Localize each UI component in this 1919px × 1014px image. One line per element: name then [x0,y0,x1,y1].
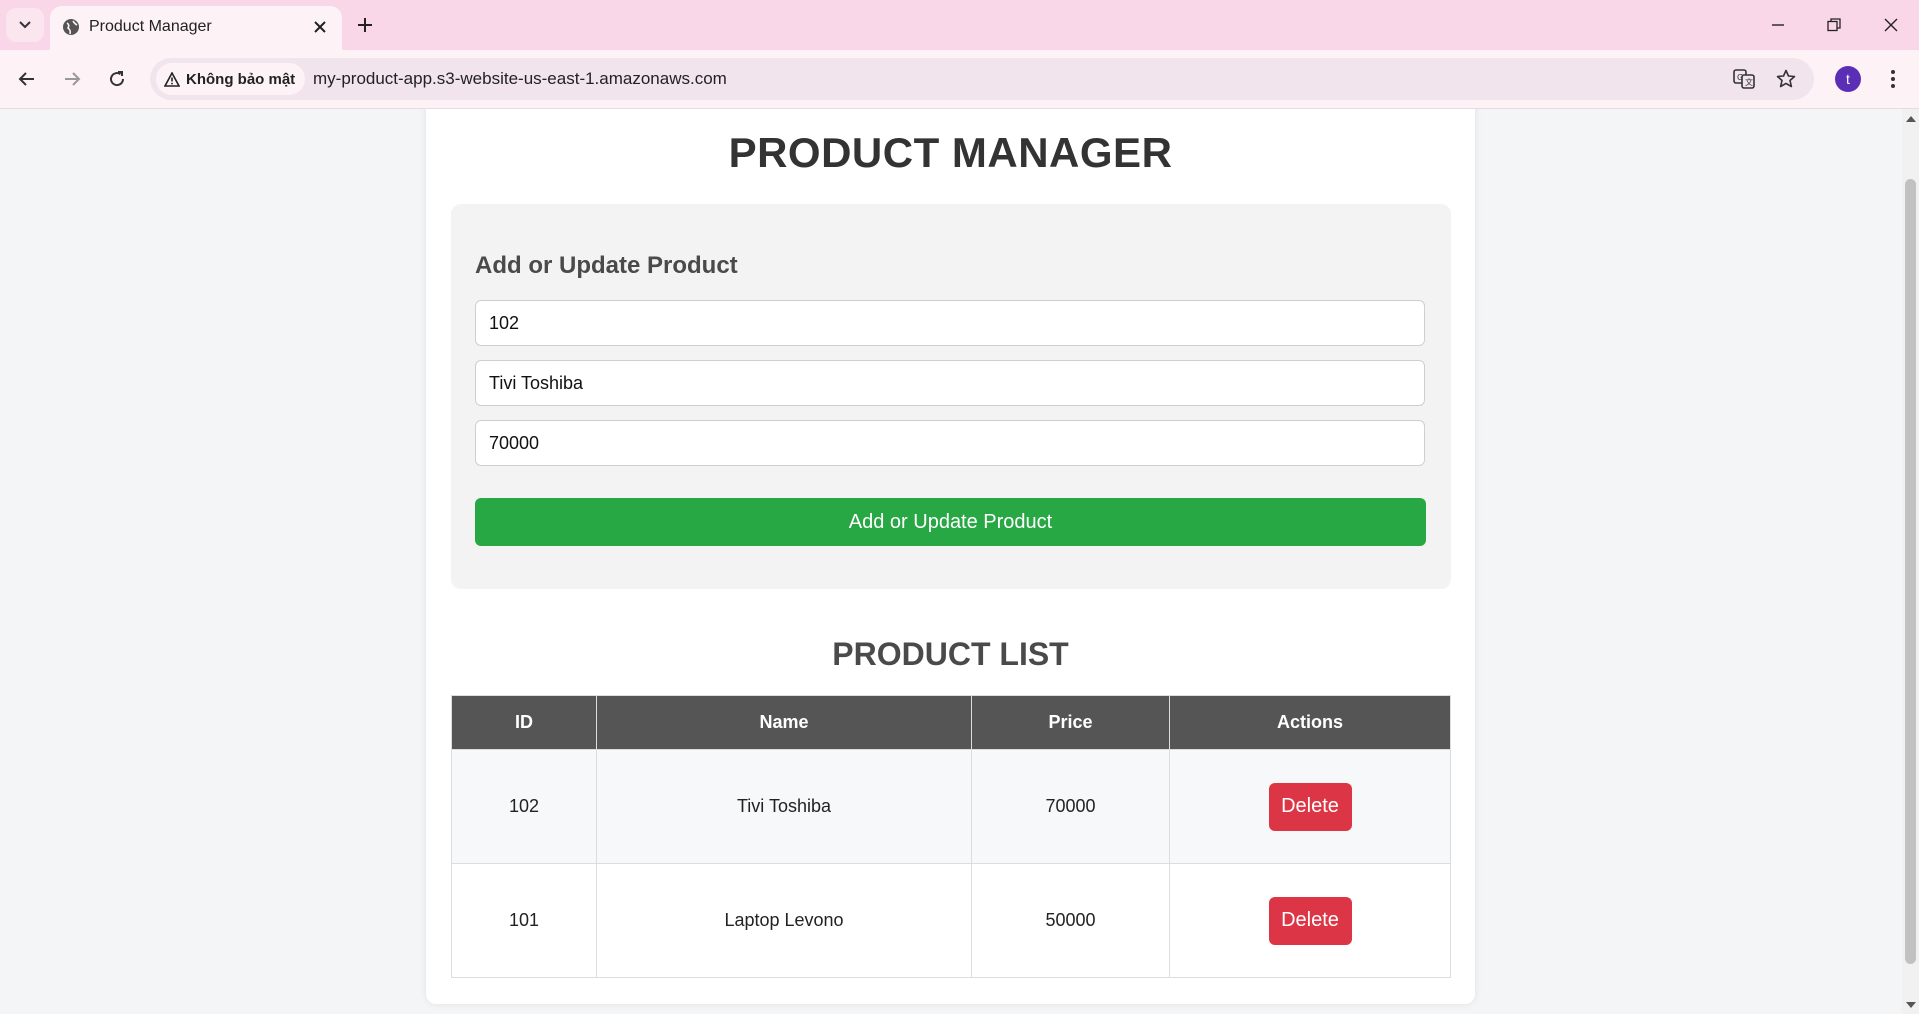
back-icon[interactable] [12,64,42,94]
cell-id: 101 [451,863,597,978]
close-tab-icon[interactable] [310,17,330,37]
chevron-down-icon [19,21,31,29]
scroll-up-arrow-icon[interactable] [1906,116,1916,122]
new-tab-icon[interactable] [352,12,378,38]
page-viewport: PRODUCT MANAGER Add or Update Product Ad… [0,109,1902,1014]
column-header-name: Name [596,695,972,750]
url-text[interactable]: my-product-app.s3-website-us-east-1.amaz… [313,69,727,89]
bookmark-star-icon[interactable] [1774,67,1798,91]
scroll-down-arrow-icon[interactable] [1906,1002,1916,1008]
forward-icon[interactable] [57,64,87,94]
product-name-input[interactable] [475,360,1425,406]
globe-icon [63,19,79,35]
page-scrollbar[interactable] [1902,109,1919,1014]
tab-search-button[interactable] [6,8,44,42]
warning-icon [164,71,180,87]
more-menu-icon[interactable] [1880,65,1906,93]
cell-actions: Delete [1169,749,1451,864]
add-or-update-button[interactable]: Add or Update Product [475,498,1426,546]
tab-title: Product Manager [89,18,212,35]
page-title: PRODUCT MANAGER [728,129,1173,176]
cell-name: Laptop Levono [596,863,972,978]
reload-icon[interactable] [102,64,132,94]
address-bar[interactable]: Không bảo mật my-product-app.s3-website-… [150,58,1814,100]
close-window-icon[interactable] [1871,10,1911,40]
security-chip[interactable]: Không bảo mật [156,63,306,95]
scroll-thumb[interactable] [1905,179,1916,964]
minimize-icon[interactable] [1758,10,1798,40]
svg-text:文: 文 [1745,77,1753,87]
profile-avatar[interactable]: t [1835,66,1861,92]
cell-price: 50000 [971,863,1170,978]
product-list-title: PRODUCT LIST [832,636,1069,672]
browser-tab[interactable]: Product Manager [50,6,342,50]
product-form: Add or Update Product Add or Update Prod… [451,204,1451,589]
product-price-input[interactable] [475,420,1425,466]
product-table: ID Name Price Actions 102 Tivi Toshiba 7… [451,695,1451,978]
table-row: 102 Tivi Toshiba 70000 Delete [451,749,1451,864]
browser-tab-strip: Product Manager [0,0,1919,50]
form-heading: Add or Update Product [475,252,738,279]
cell-actions: Delete [1169,863,1451,978]
cell-price: 70000 [971,749,1170,864]
restore-icon[interactable] [1814,10,1854,40]
app-container: PRODUCT MANAGER Add or Update Product Ad… [426,109,1475,1004]
product-id-input[interactable] [475,300,1425,346]
browser-toolbar: Không bảo mật my-product-app.s3-website-… [0,50,1919,109]
column-header-price: Price [971,695,1170,750]
security-label: Không bảo mật [186,70,296,88]
cell-name: Tivi Toshiba [596,749,972,864]
delete-button[interactable]: Delete [1268,896,1352,945]
table-header-row: ID Name Price Actions [451,695,1451,750]
cell-id: 102 [451,749,597,864]
column-header-id: ID [451,695,597,750]
svg-text:G: G [1737,73,1743,82]
delete-button[interactable]: Delete [1268,782,1352,831]
table-row: 101 Laptop Levono 50000 Delete [451,863,1451,978]
column-header-actions: Actions [1169,695,1451,750]
translate-icon[interactable]: G文 [1732,67,1756,91]
